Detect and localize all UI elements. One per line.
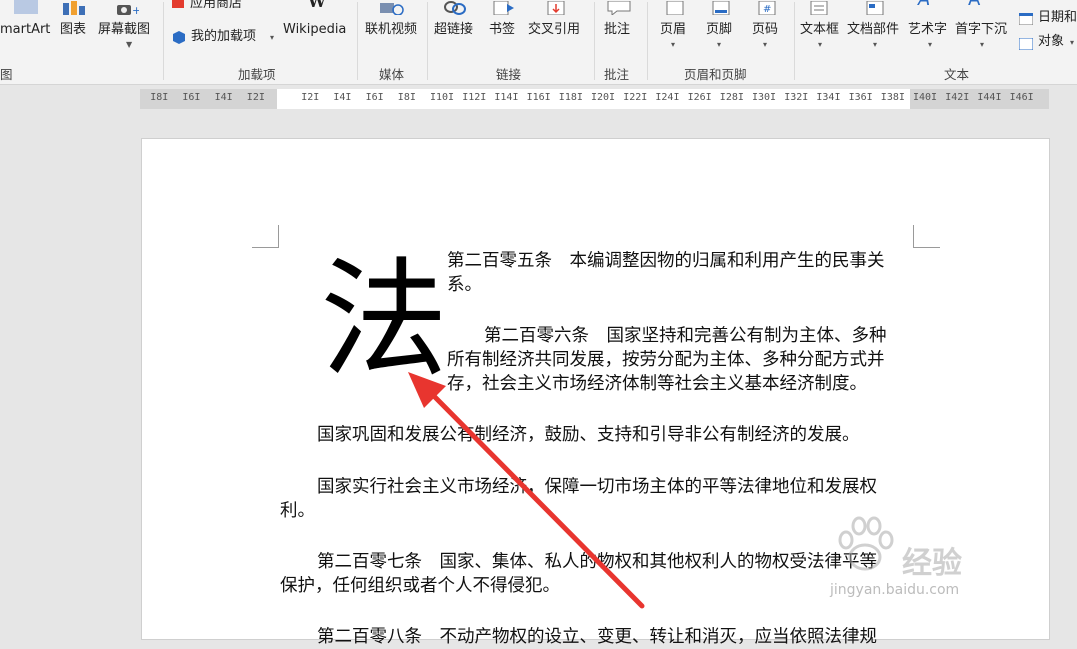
baidu-jingyan-watermark: 经验 jingyan.baidu.com xyxy=(830,510,1030,610)
watermark-text: 经验 xyxy=(902,546,962,581)
paw-logo-icon xyxy=(838,516,894,571)
watermark-url: jingyan.baidu.com xyxy=(830,582,960,598)
